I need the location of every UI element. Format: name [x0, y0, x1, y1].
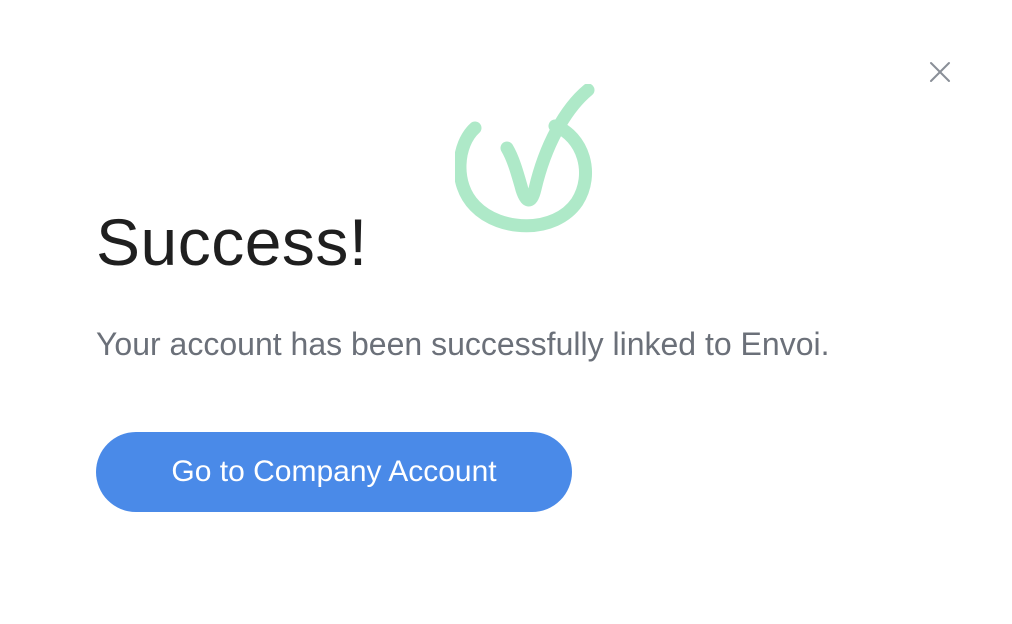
success-message: Your account has been successfully linke… [96, 326, 830, 362]
close-icon [930, 62, 950, 82]
close-button[interactable] [924, 56, 956, 88]
page-title: Success! [96, 205, 368, 279]
success-modal: Success! Your account has been successfu… [0, 0, 1012, 624]
checkmark-circle-icon [455, 84, 595, 233]
go-to-company-account-button[interactable]: Go to Company Account [96, 432, 572, 512]
